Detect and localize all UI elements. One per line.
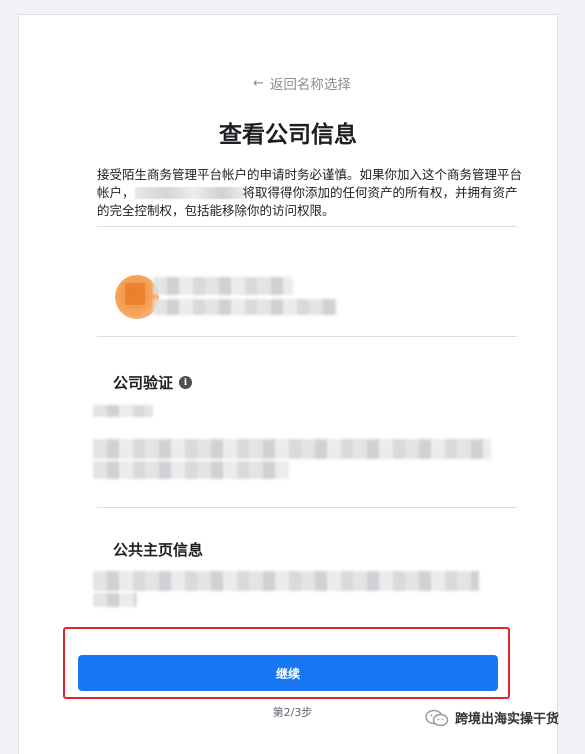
divider: [97, 336, 517, 337]
back-to-name-selection-link[interactable]: ← 返回名称选择: [253, 73, 351, 94]
divider: [97, 507, 517, 508]
watermark: 跨境出海实操干货: [425, 708, 559, 727]
redacted-business-name-block: [153, 277, 293, 295]
continue-button[interactable]: 继续: [78, 655, 498, 691]
section-title-page-info: 公共主页信息: [113, 539, 203, 560]
page-info-title: 公共主页信息: [113, 541, 204, 559]
redacted-business-name: [134, 187, 243, 199]
redacted-page-info-line1: [93, 571, 479, 591]
warning-description: 接受陌生商务管理平台帐户的申请时务必谨慎。如果你加入这个商务管理平台帐户， 将取得…: [97, 166, 527, 220]
page-title: 查看公司信息: [219, 122, 357, 148]
back-link-label: 返回名称选择: [269, 77, 351, 93]
info-icon[interactable]: i: [179, 376, 193, 389]
redacted-verification-status: [93, 405, 153, 417]
redacted-page-info-line2: [93, 593, 137, 607]
redacted-verification-details-line2: [93, 461, 289, 479]
verification-title: 公司验证: [113, 374, 174, 392]
redacted-verification-details-line1: [93, 439, 491, 459]
wechat-logo-icon: [425, 709, 449, 726]
watermark-text: 跨境出海实操干货: [455, 712, 560, 727]
redacted-business-subtitle-block: [153, 299, 337, 315]
back-arrow-icon: ←: [253, 75, 264, 91]
section-title-verification: 公司验证 i: [113, 372, 193, 393]
divider: [97, 226, 517, 227]
